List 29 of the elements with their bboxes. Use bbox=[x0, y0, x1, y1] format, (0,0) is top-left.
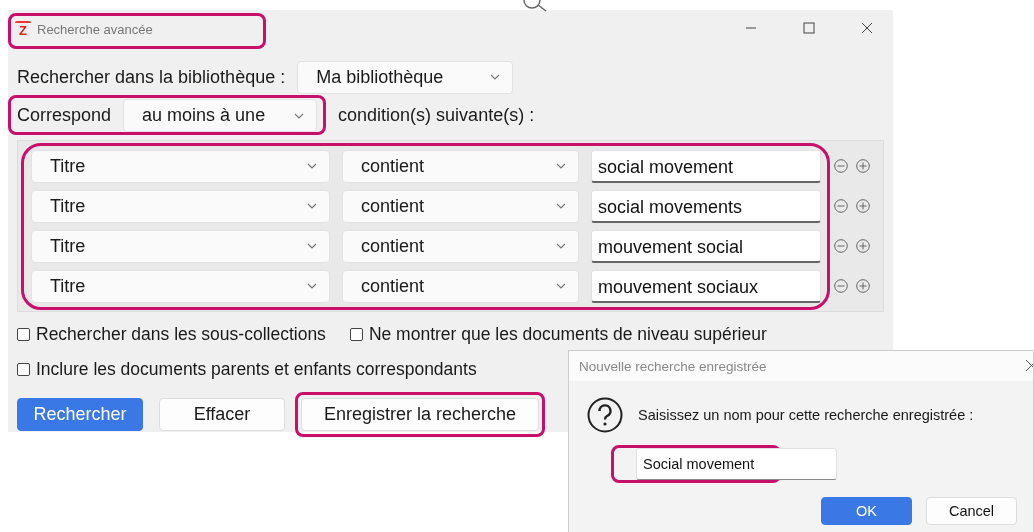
operator-dropdown[interactable]: contient bbox=[342, 189, 579, 223]
option-label: Rechercher dans les sous-collections bbox=[36, 324, 326, 345]
operator-dropdown[interactable]: contient bbox=[342, 269, 579, 303]
field-dropdown[interactable]: Titre bbox=[31, 269, 330, 303]
option-label: Inclure les documents parents et enfants correspondants bbox=[36, 359, 477, 380]
field-dropdown[interactable]: Titre bbox=[31, 149, 330, 183]
prompt-text: Saisissez un nom pour cette recherche enregistrée : bbox=[638, 407, 974, 423]
field-dropdown[interactable]: Titre bbox=[31, 189, 330, 223]
match-suffix: condition(s) suivante(s) : bbox=[338, 104, 535, 126]
value-field[interactable]: social movements bbox=[591, 189, 821, 223]
name-field[interactable]: Social movement bbox=[636, 448, 837, 480]
option-label: Ne montrer que les documents de niveau supérieur bbox=[368, 324, 767, 345]
match-label: Correspond bbox=[17, 105, 112, 126]
operator-dropdown[interactable]: contient bbox=[342, 149, 579, 183]
search-button[interactable]: Rechercher bbox=[17, 398, 143, 431]
action-button[interactable]: Enregistrer la recherche bbox=[301, 398, 539, 431]
match-dropdown[interactable]: au moins à une bbox=[123, 99, 318, 132]
library-dropdown[interactable]: Ma bibliothèque bbox=[297, 60, 514, 94]
library-label: Rechercher dans la bibliothèque : bbox=[17, 66, 286, 88]
cancel-button[interactable]: Cancel bbox=[926, 497, 1017, 525]
operator-dropdown[interactable]: contient bbox=[342, 229, 579, 263]
action-button[interactable]: Effacer bbox=[159, 398, 285, 431]
ok-button[interactable]: OK bbox=[821, 497, 912, 525]
value-field[interactable]: social movement bbox=[591, 149, 821, 183]
value-field[interactable]: mouvement sociaux bbox=[591, 269, 821, 303]
field-dropdown[interactable]: Titre bbox=[31, 229, 330, 263]
window-title: Nouvelle recherche enregistrée bbox=[579, 358, 767, 374]
window-title: Recherche avancée bbox=[37, 21, 153, 39]
value-field[interactable]: mouvement social bbox=[591, 229, 821, 263]
